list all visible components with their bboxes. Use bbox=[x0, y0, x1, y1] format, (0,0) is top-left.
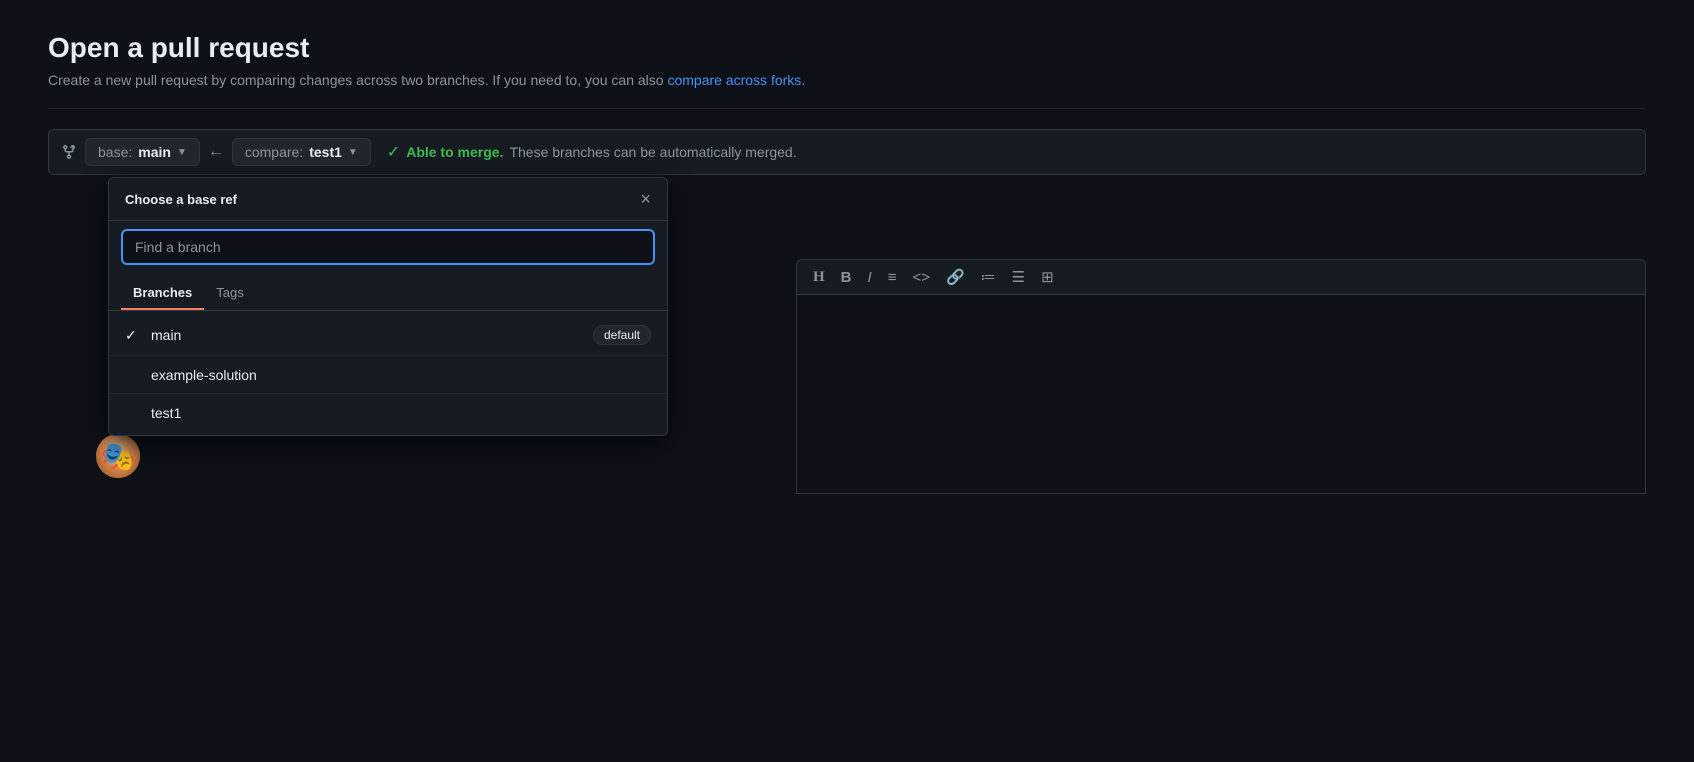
branch-list: ✓ main default ✓ example-solution ✓ bbox=[109, 311, 667, 435]
toolbar-bold-icon[interactable]: B bbox=[841, 269, 852, 286]
toolbar-link-icon[interactable]: 🔗 bbox=[946, 268, 965, 286]
dropdown-title: Choose a base ref bbox=[125, 192, 237, 207]
compare-forks-link[interactable]: compare across forks. bbox=[667, 72, 805, 88]
compare-chevron-icon: ▼ bbox=[348, 147, 358, 158]
branch-name-main: main bbox=[151, 327, 181, 343]
able-to-merge-text: Able to merge. bbox=[406, 144, 503, 160]
dropdown-header: Choose a base ref × bbox=[109, 178, 667, 221]
compare-branch-name: test1 bbox=[309, 144, 342, 160]
avatar bbox=[96, 434, 140, 478]
base-ref-dropdown: Choose a base ref × Branches Tags ✓ main… bbox=[108, 177, 668, 436]
branch-item-left-2: ✓ example-solution bbox=[125, 366, 257, 383]
avatar-image bbox=[96, 434, 140, 478]
branch-item-left: ✓ main bbox=[125, 327, 181, 344]
branch-search-input[interactable] bbox=[121, 229, 655, 265]
direction-arrow-icon: ← bbox=[208, 143, 224, 161]
page-title: Open a pull request bbox=[48, 32, 1646, 64]
branch-item-example-solution[interactable]: ✓ example-solution bbox=[109, 356, 667, 394]
toolbar-task-list-icon[interactable]: ⊞ bbox=[1041, 268, 1054, 286]
compare-label: compare: bbox=[245, 144, 303, 160]
tab-tags[interactable]: Tags bbox=[204, 277, 255, 310]
search-wrapper bbox=[109, 221, 667, 273]
base-chevron-icon: ▼ bbox=[177, 147, 187, 158]
base-branch-button[interactable]: base: main ▼ bbox=[85, 138, 200, 166]
editor-toolbar: H B I ≡ <> 🔗 ≔ ☰ ⊞ bbox=[796, 259, 1646, 294]
branch-item-left-3: ✓ test1 bbox=[125, 404, 181, 421]
check-icon: ✓ bbox=[387, 142, 400, 162]
page-subtitle: Create a new pull request by comparing c… bbox=[48, 72, 1646, 88]
branch-item-test1[interactable]: ✓ test1 bbox=[109, 394, 667, 431]
branch-name-example-solution: example-solution bbox=[151, 367, 257, 383]
toolbar-unordered-list-icon[interactable]: ≔ bbox=[981, 268, 996, 286]
merge-status: ✓ Able to merge. These branches can be a… bbox=[387, 142, 797, 162]
toolbar-code-icon[interactable]: <> bbox=[912, 269, 930, 286]
divider bbox=[48, 108, 1646, 109]
branch-name-test1: test1 bbox=[151, 405, 181, 421]
toolbar-quote-icon[interactable]: ≡ bbox=[888, 269, 897, 286]
tabs-row: Branches Tags bbox=[109, 277, 667, 311]
default-badge: default bbox=[593, 325, 651, 345]
toolbar-italic-icon[interactable]: I bbox=[868, 269, 872, 286]
base-branch-name: main bbox=[138, 144, 171, 160]
toolbar-ordered-list-icon[interactable]: ☰ bbox=[1012, 268, 1025, 286]
branch-item-main[interactable]: ✓ main default bbox=[109, 315, 667, 356]
toolbar-heading-icon[interactable]: H bbox=[813, 269, 825, 286]
compare-icon bbox=[61, 144, 77, 160]
branch-selected-icon: ✓ bbox=[125, 327, 141, 344]
close-button[interactable]: × bbox=[640, 190, 651, 208]
branch-bar: base: main ▼ ← compare: test1 ▼ ✓ Able t… bbox=[48, 129, 1646, 175]
tab-branches[interactable]: Branches bbox=[121, 277, 204, 310]
compare-branch-button[interactable]: compare: test1 ▼ bbox=[232, 138, 371, 166]
base-label: base: bbox=[98, 144, 132, 160]
auto-merge-text: These branches can be automatically merg… bbox=[509, 144, 796, 160]
editor-area[interactable] bbox=[796, 294, 1646, 494]
